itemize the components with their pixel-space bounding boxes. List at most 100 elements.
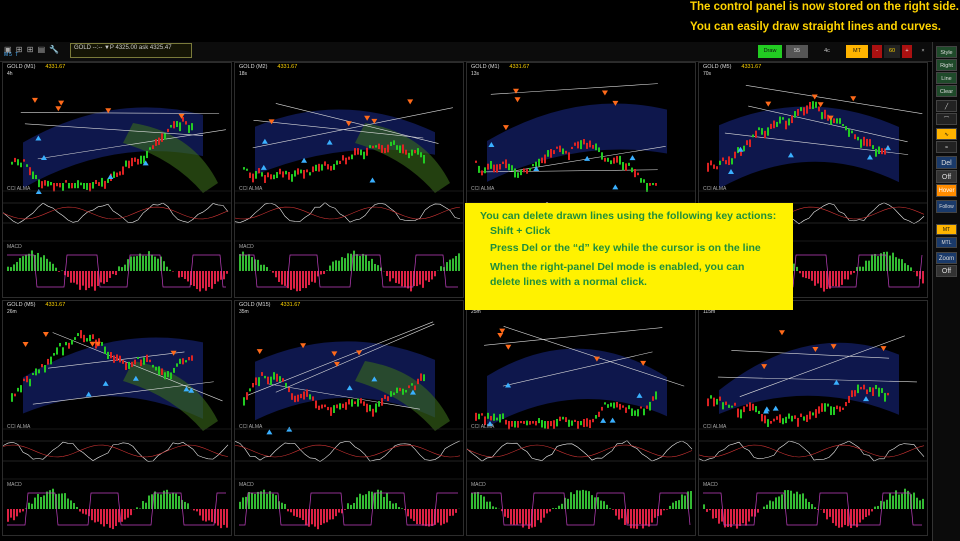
macd-bar	[841, 271, 843, 285]
macd-bar	[859, 266, 861, 271]
candle	[264, 375, 266, 379]
close-button[interactable]: ×	[918, 45, 928, 58]
candle	[815, 101, 817, 108]
mt-button[interactable]: MT	[846, 45, 868, 58]
macd-bar	[266, 267, 268, 271]
panel-curve-active-icon[interactable]: ∿	[936, 128, 957, 140]
macd-bar	[239, 254, 241, 271]
candle	[152, 364, 154, 368]
candle	[854, 134, 856, 140]
small-button[interactable]: 4c	[820, 45, 834, 58]
count-button[interactable]: 55	[786, 45, 808, 58]
osc-label: CCI ALMA	[239, 424, 263, 430]
panel-mt-button[interactable]: MT	[936, 224, 957, 235]
number-button[interactable]: 60	[884, 45, 900, 58]
chart-cell-2[interactable]: GOLD (M2) 4331.67 18s CCI ALMA MACD	[234, 62, 464, 298]
candle	[14, 157, 16, 163]
panel-zoom-off-button[interactable]: Off	[936, 265, 957, 277]
panel-del-button[interactable]: Del	[936, 156, 957, 169]
macd-bar	[865, 509, 867, 518]
candle	[131, 361, 133, 368]
draw-button[interactable]: Draw	[758, 45, 782, 58]
chart-canvas[interactable]	[3, 63, 232, 298]
candle	[273, 372, 275, 380]
panel-mtl-button[interactable]: MTL	[936, 237, 957, 248]
candle	[520, 169, 522, 176]
chart-cell-6[interactable]: GOLD (M15) 4331.67 35m CCI ALMA MACD	[234, 300, 464, 536]
minus-button[interactable]: -	[872, 45, 882, 58]
panel-right-button[interactable]: Right	[936, 59, 957, 71]
macd-bar	[612, 509, 614, 510]
panel-curve-tool-icon[interactable]: ⌒	[936, 113, 957, 125]
panel-clear-button[interactable]: Clear	[936, 85, 957, 97]
chart-canvas[interactable]	[699, 301, 928, 536]
candle	[191, 123, 193, 131]
candle	[267, 172, 269, 178]
candle	[26, 164, 28, 167]
candle	[595, 415, 597, 419]
macd-bar	[320, 271, 322, 275]
macd-bar	[287, 509, 289, 512]
chart-cell-8[interactable]: 115m CCI ALMA MACD	[698, 300, 928, 536]
candle	[309, 172, 311, 176]
candle	[571, 146, 573, 150]
osc-label: CCI ALMA	[239, 186, 263, 192]
candle	[113, 171, 115, 178]
macd-bar	[422, 271, 424, 288]
macd-bar	[332, 509, 334, 520]
panel-style-button[interactable]: Style	[936, 46, 957, 58]
macd-bar	[115, 271, 117, 276]
panel-line-button[interactable]: Line	[936, 72, 957, 84]
panel-wave-tool-icon[interactable]: ≈	[936, 141, 957, 153]
panel-del-off-button[interactable]: Off	[936, 170, 957, 183]
candle	[74, 183, 76, 189]
candle	[544, 421, 546, 429]
candle	[535, 421, 537, 426]
candle	[746, 140, 748, 146]
sell-marker-icon	[502, 125, 509, 131]
candle	[164, 372, 166, 380]
chart-cell-7[interactable]: 25m CCI ALMA MACD	[466, 300, 696, 536]
panel-follow-button[interactable]: Follow	[936, 200, 957, 213]
candle	[408, 385, 410, 389]
macd-bar	[359, 493, 361, 509]
macd-bar	[425, 509, 427, 527]
macd-bar	[892, 252, 894, 271]
candle	[393, 392, 395, 396]
panel-hover-button[interactable]: Hover	[936, 184, 957, 197]
macd-bar	[223, 271, 225, 280]
candle	[869, 139, 871, 147]
candle	[11, 161, 13, 165]
candle	[710, 160, 712, 166]
candle	[803, 107, 805, 116]
candle	[405, 389, 407, 393]
chart-canvas[interactable]	[467, 301, 696, 536]
candle	[32, 373, 34, 376]
macd-bar	[19, 257, 21, 271]
macd-label: MACD	[7, 482, 22, 488]
plus-button[interactable]: +	[902, 45, 912, 58]
macd-bar	[654, 509, 656, 518]
chart-cell-5[interactable]: GOLD (M5) 4331.67 26m CCI ALMA MACD	[2, 300, 232, 536]
chart-cell-1[interactable]: GOLD (M1) 4331.67 4h CCI ALMA MACD	[2, 62, 232, 298]
chart-canvas[interactable]	[3, 301, 232, 536]
macd-bar	[40, 257, 42, 271]
macd-bar	[534, 509, 536, 527]
chart-canvas[interactable]	[235, 63, 464, 298]
panel-zoom-button[interactable]: Zoom	[936, 252, 957, 264]
macd-bar	[886, 499, 888, 509]
sell-marker-icon	[31, 97, 38, 103]
chart-canvas[interactable]	[235, 301, 464, 536]
macd-bar	[314, 271, 316, 283]
macd-bar	[471, 493, 473, 509]
candle	[511, 421, 513, 427]
timeframe-label[interactable]: M5 T	[4, 52, 19, 58]
macd-bar	[730, 509, 732, 528]
panel-line-tool-icon[interactable]: ╱	[936, 100, 957, 112]
candle	[363, 401, 365, 406]
candle	[779, 414, 781, 423]
macd-bar	[796, 491, 798, 509]
trend-line	[484, 327, 663, 346]
macd-bar	[61, 493, 63, 509]
macd-bar	[808, 271, 810, 279]
